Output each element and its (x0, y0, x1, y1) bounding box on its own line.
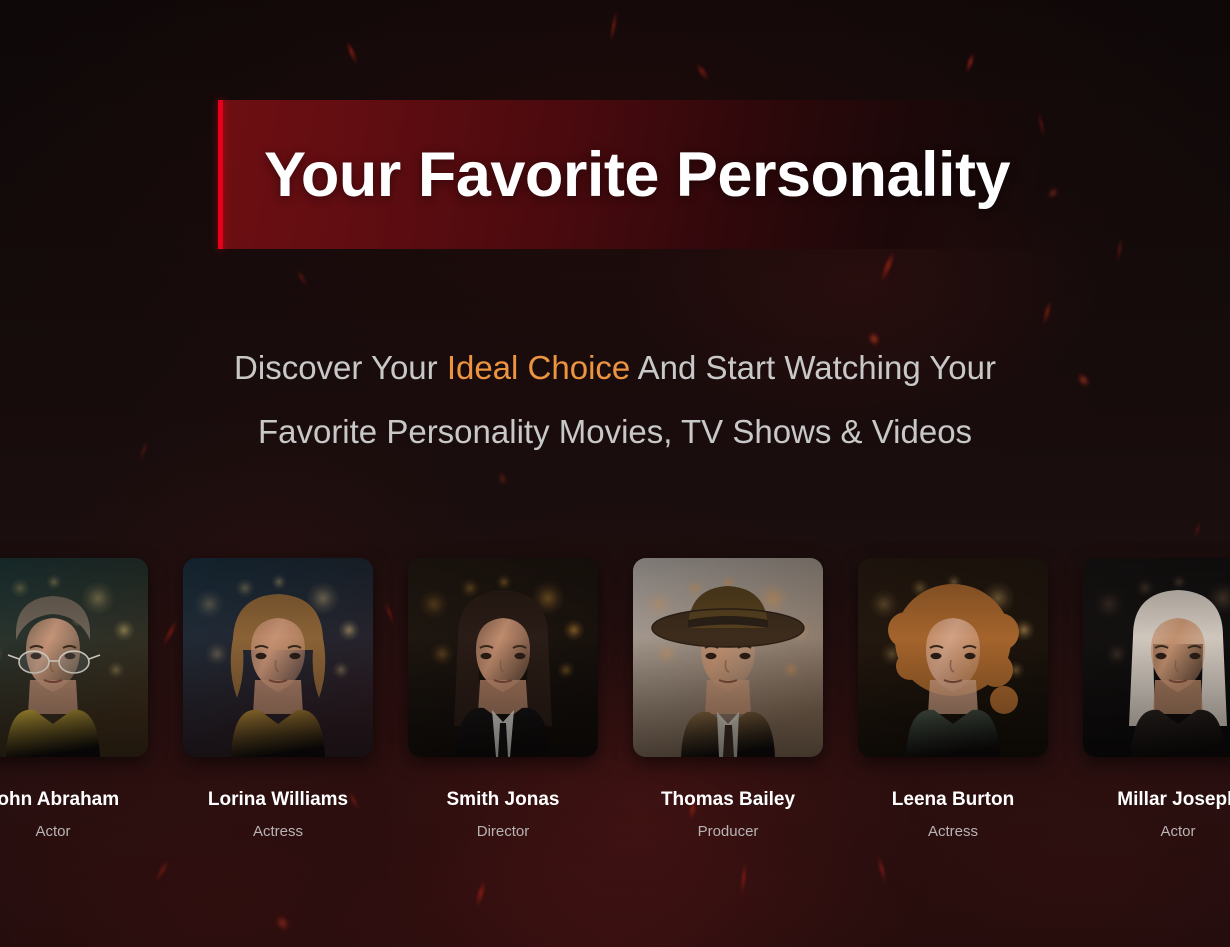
woman-wavy-hair-yellow-jacket-night-portrait[interactable] (183, 558, 373, 757)
hero-subtitle: Discover Your Ideal Choice And Start Wat… (0, 336, 1230, 464)
older-man-glasses-yellow-jacket-portrait[interactable] (0, 558, 148, 757)
ember-particle (474, 879, 487, 909)
ember-particle (964, 51, 976, 75)
subtitle-accent-text: Ideal Choice (446, 349, 631, 386)
personality-card[interactable]: Millar Joseph Actor (1083, 558, 1230, 840)
personality-name: Thomas Bailey (660, 789, 796, 810)
personality-role: Actor (35, 823, 71, 840)
man-dark-suit-long-hair-portrait[interactable] (408, 558, 598, 757)
personality-role: Director (476, 823, 530, 840)
personality-card[interactable]: Leena Burton Actress (858, 558, 1048, 840)
man-fedora-hat-tan-coat-portrait[interactable] (633, 558, 823, 757)
personality-name: Millar Joseph (1117, 789, 1230, 810)
subtitle-line-2: Favorite Personality Movies, TV Shows & … (257, 413, 973, 450)
ember-particle (497, 469, 508, 489)
ember-particle (876, 854, 888, 886)
personality-card[interactable]: Smith Jonas Director (408, 558, 598, 840)
personality-card[interactable]: John Abraham Actor (0, 558, 148, 840)
ember-particle (345, 40, 359, 66)
woman-curly-auburn-hair-green-dress-portrait[interactable] (858, 558, 1048, 757)
personality-name: John Abraham (0, 789, 120, 810)
ember-particle (1116, 237, 1123, 263)
personality-card[interactable]: Thomas Bailey Producer (633, 558, 823, 840)
ember-particle (153, 858, 171, 884)
subtitle-text-after: And Start Watching Your (630, 349, 996, 386)
subtitle-text-before: Discover Your (234, 349, 447, 386)
man-white-hair-dark-leather-portrait[interactable] (1083, 558, 1230, 757)
ember-particle (1041, 299, 1053, 327)
personality-card[interactable]: Lorina Williams Actress (183, 558, 373, 840)
hero-page: Your Favorite Personality Discover Your … (0, 0, 1230, 947)
personality-role: Actress (927, 823, 978, 840)
personality-role: Actor (1160, 823, 1196, 840)
ember-particle (1193, 519, 1202, 541)
hero-banner: Your Favorite Personality (218, 100, 1080, 249)
banner-accent-bar (218, 100, 223, 249)
ember-particle (740, 861, 747, 897)
personality-carousel[interactable]: John Abraham Actor Lorina Williams Actress S… (0, 558, 1230, 848)
personality-name: Smith Jonas (446, 789, 560, 810)
ember-particle (272, 911, 293, 935)
ember-particle (878, 250, 897, 284)
personality-role: Producer (697, 823, 759, 840)
personality-name: Leena Burton (891, 789, 1015, 810)
page-title: Your Favorite Personality (264, 139, 1011, 210)
ember-particle (609, 9, 618, 45)
ember-particle (295, 268, 309, 288)
personality-role: Actress (252, 823, 303, 840)
subtitle-line-1: Discover Your Ideal Choice And Start Wat… (0, 336, 1230, 400)
ember-particle (694, 62, 711, 82)
personality-name: Lorina Williams (207, 789, 349, 810)
